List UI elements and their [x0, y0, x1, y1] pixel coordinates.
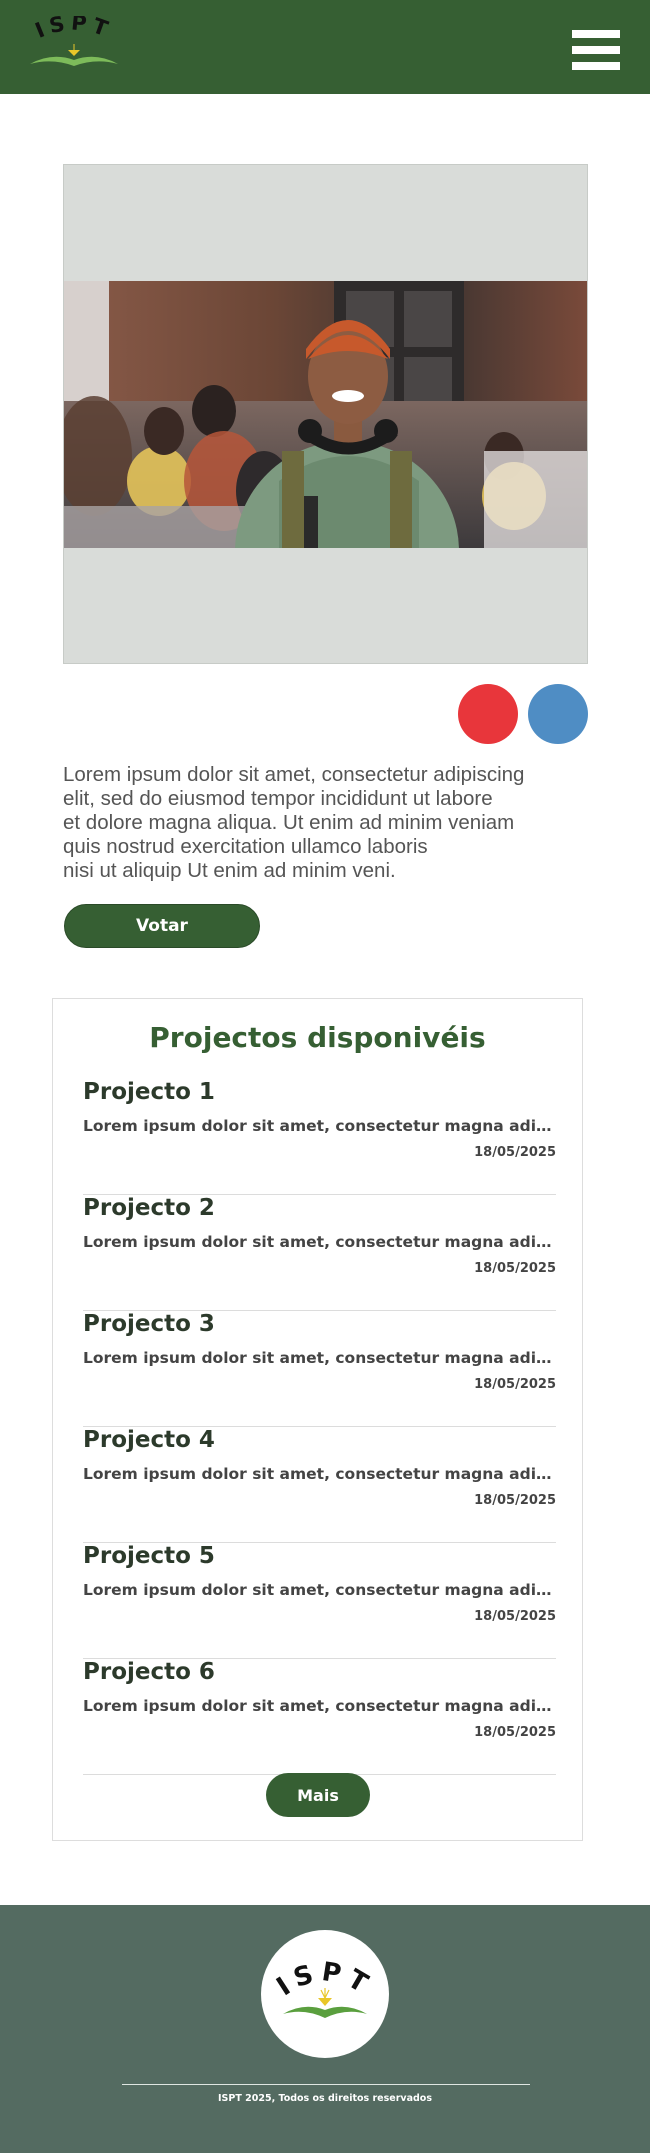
project-item[interactable]: Projecto 3 Lorem ipsum dolor sit amet, c…: [83, 1311, 556, 1427]
project-item[interactable]: Projecto 6 Lorem ipsum dolor sit amet, c…: [83, 1659, 556, 1775]
project-item[interactable]: Projecto 4 Lorem ipsum dolor sit amet, c…: [83, 1427, 556, 1543]
project-description: Lorem ipsum dolor sit amet, consectetur …: [83, 1349, 556, 1367]
projects-title: Projectos disponivéis: [149, 1021, 486, 1054]
project-date: 18/05/2025: [474, 1261, 556, 1276]
project-description: Lorem ipsum dolor sit amet, consectetur …: [83, 1233, 556, 1251]
more-projects-button[interactable]: Mais: [266, 1773, 370, 1817]
hamburger-menu-icon[interactable]: [572, 30, 620, 70]
project-description: Lorem ipsum dolor sit amet, consectetur …: [83, 1465, 556, 1483]
reaction-blue-button[interactable]: [528, 684, 588, 744]
top-header: ISPT: [0, 0, 650, 94]
copyright-text: ISPT 2025, Todos os direitos reservados: [218, 2093, 432, 2104]
project-item[interactable]: Projecto 5 Lorem ipsum dolor sit amet, c…: [83, 1543, 556, 1659]
project-title: Projecto 4: [83, 1427, 215, 1453]
footer-logo[interactable]: ISPT: [261, 1930, 389, 2058]
project-description: Lorem ipsum dolor sit amet, consectetur …: [83, 1117, 556, 1135]
project-title: Projecto 5: [83, 1543, 215, 1569]
project-date: 18/05/2025: [474, 1609, 556, 1624]
hero-banner: [63, 164, 588, 664]
project-description: Lorem ipsum dolor sit amet, consectetur …: [83, 1697, 556, 1715]
project-title: Projecto 6: [83, 1659, 215, 1685]
project-date: 18/05/2025: [474, 1145, 556, 1160]
project-date: 18/05/2025: [474, 1377, 556, 1392]
footer: ISPT ISPT 2025, Todos os direitos reserv…: [0, 1905, 650, 2153]
vote-button[interactable]: Votar: [64, 904, 260, 948]
ispt-logo[interactable]: ISPT: [28, 10, 120, 76]
project-title: Projecto 3: [83, 1311, 215, 1337]
project-item[interactable]: Projecto 2 Lorem ipsum dolor sit amet, c…: [83, 1195, 556, 1311]
svg-text:ISPT: ISPT: [32, 16, 116, 43]
intro-paragraph: Lorem ipsum dolor sit amet, consectetur …: [63, 763, 525, 882]
hero-photo: [64, 281, 587, 548]
projects-card: Projectos disponivéis Projecto 1 Lorem i…: [52, 998, 583, 1841]
project-date: 18/05/2025: [474, 1725, 556, 1740]
project-description: Lorem ipsum dolor sit amet, consectetur …: [83, 1581, 556, 1599]
reaction-red-button[interactable]: [458, 684, 518, 744]
footer-divider: [122, 2084, 530, 2085]
project-date: 18/05/2025: [474, 1493, 556, 1508]
project-title: Projecto 1: [83, 1079, 215, 1105]
project-item[interactable]: Projecto 1 Lorem ipsum dolor sit amet, c…: [83, 1079, 556, 1195]
project-title: Projecto 2: [83, 1195, 215, 1221]
